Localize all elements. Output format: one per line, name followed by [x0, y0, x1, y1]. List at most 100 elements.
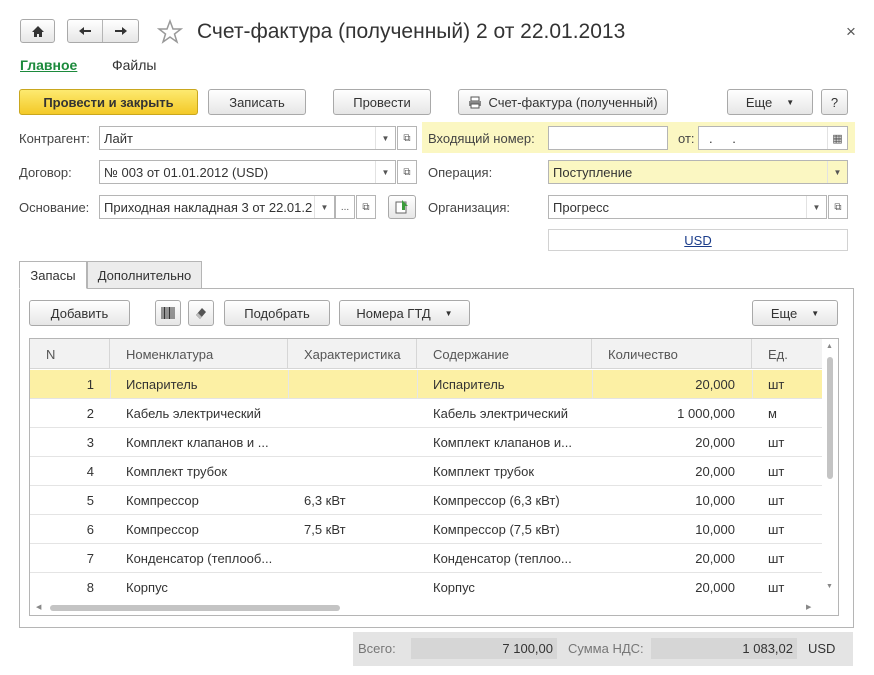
cell-n[interactable]: 4 [30, 457, 94, 486]
cell-content[interactable]: Корпус [433, 573, 589, 602]
cell-unit[interactable]: шт [768, 486, 818, 515]
tab-inventory[interactable]: Запасы [19, 261, 87, 289]
barcode-button[interactable] [155, 300, 181, 326]
scroll-right-icon[interactable]: ▶ [806, 603, 811, 611]
save-button[interactable]: Записать [208, 89, 306, 115]
col-unit[interactable]: Ед. [752, 339, 822, 369]
table-row[interactable]: 6 Компрессор 7,5 кВт Компрессор (7,5 кВт) 10… [30, 515, 822, 544]
cell-item[interactable]: Компрессор [126, 486, 286, 515]
more-button[interactable]: Еще ▼ [727, 89, 813, 115]
cell-char[interactable] [304, 399, 414, 428]
scroll-left-icon[interactable]: ◀ [36, 603, 41, 611]
cell-char[interactable] [304, 370, 414, 399]
cell-qty[interactable]: 20,000 [592, 544, 735, 573]
cell-item[interactable]: Компрессор [126, 515, 286, 544]
cell-item[interactable]: Комплект трубок [126, 457, 286, 486]
chevron-down-icon[interactable]: ▼ [806, 196, 826, 218]
cell-n[interactable]: 3 [30, 428, 94, 457]
cell-qty[interactable]: 1 000,000 [592, 399, 735, 428]
open-contractor-button[interactable]: ⧉ [397, 126, 417, 150]
col-n[interactable]: N [30, 339, 110, 369]
open-organization-button[interactable]: ⧉ [828, 195, 848, 219]
home-button[interactable] [20, 19, 55, 43]
horizontal-scrollbar[interactable]: ◀ ▶ [30, 601, 822, 615]
cell-content[interactable]: Компрессор (6,3 кВт) [433, 486, 589, 515]
cell-item[interactable]: Корпус [126, 573, 286, 602]
cell-unit[interactable]: шт [768, 428, 818, 457]
back-button[interactable] [68, 20, 104, 42]
calendar-icon[interactable]: ▦ [827, 127, 847, 149]
favorite-star-icon[interactable] [156, 18, 184, 45]
cell-char[interactable] [304, 457, 414, 486]
gtd-numbers-button[interactable]: Номера ГТД ▼ [339, 300, 470, 326]
pick-button[interactable]: Подобрать [224, 300, 330, 326]
basis-select-button[interactable]: ... [335, 195, 355, 219]
cell-n[interactable]: 1 [30, 370, 94, 399]
table-row[interactable]: 5 Компрессор 6,3 кВт Компрессор (6,3 кВт) 10… [30, 486, 822, 515]
cell-qty[interactable]: 20,000 [592, 370, 735, 399]
open-basis-button[interactable]: ⧉ [356, 195, 376, 219]
cell-content[interactable]: Компрессор (7,5 кВт) [433, 515, 589, 544]
table-row[interactable]: 7 Конденсатор (теплооб... Конденсатор (теп… [30, 544, 822, 573]
horizontal-scroll-thumb[interactable] [50, 605, 340, 611]
help-button[interactable]: ? [821, 89, 848, 115]
col-characteristic[interactable]: Характеристика [288, 339, 417, 369]
link-files[interactable]: Файлы [112, 57, 156, 73]
cell-item[interactable]: Комплект клапанов и ... [126, 428, 286, 457]
table-row[interactable]: 4 Комплект трубок Комплект трубок 20,000 шт [30, 457, 822, 486]
cell-item[interactable]: Кабель электрический [126, 399, 286, 428]
print-invoice-button[interactable]: Счет-фактура (полученный) [458, 89, 668, 115]
cell-content[interactable]: Испаритель [433, 370, 589, 399]
contractor-field[interactable]: Лайт ▼ [99, 126, 396, 150]
cell-char[interactable] [304, 544, 414, 573]
open-contract-button[interactable]: ⧉ [397, 160, 417, 184]
cell-unit[interactable]: шт [768, 544, 818, 573]
chevron-down-icon[interactable]: ▼ [314, 196, 334, 218]
eraser-button[interactable] [188, 300, 214, 326]
cell-n[interactable]: 7 [30, 544, 94, 573]
post-and-close-button[interactable]: Провести и закрыть [19, 89, 198, 115]
organization-field[interactable]: Прогресс ▼ [548, 195, 827, 219]
vertical-scroll-thumb[interactable] [827, 357, 833, 479]
link-main[interactable]: Главное [20, 57, 77, 73]
forward-button[interactable] [103, 20, 138, 42]
table-row[interactable]: 2 Кабель электрический Кабель электрически… [30, 399, 822, 428]
date-field[interactable]: . . ▦ [698, 126, 848, 150]
currency-link[interactable]: USD [684, 233, 711, 248]
cell-qty[interactable]: 10,000 [592, 486, 735, 515]
cell-unit[interactable]: м [768, 399, 818, 428]
cell-content[interactable]: Конденсатор (теплоо... [433, 544, 589, 573]
inventory-table[interactable]: N Номенклатура Характеристика Содержание… [29, 338, 839, 616]
table-more-button[interactable]: Еще ▼ [752, 300, 838, 326]
cell-n[interactable]: 6 [30, 515, 94, 544]
col-item[interactable]: Номенклатура [110, 339, 288, 369]
cell-char[interactable] [304, 428, 414, 457]
incoming-number-field[interactable] [548, 126, 668, 150]
col-quantity[interactable]: Количество [592, 339, 752, 369]
cell-item[interactable]: Конденсатор (теплооб... [126, 544, 286, 573]
chevron-down-icon[interactable]: ▼ [375, 127, 395, 149]
contract-field[interactable]: № 003 от 01.01.2012 (USD) ▼ [99, 160, 396, 184]
scroll-down-icon[interactable]: ▼ [826, 583, 833, 590]
cell-n[interactable]: 5 [30, 486, 94, 515]
cell-char[interactable]: 6,3 кВт [304, 486, 414, 515]
cell-qty[interactable]: 20,000 [592, 573, 735, 602]
operation-field[interactable]: Поступление ▼ [548, 160, 848, 184]
table-row[interactable]: 1 Испаритель Испаритель 20,000 шт [30, 370, 822, 399]
col-content[interactable]: Содержание [417, 339, 592, 369]
cell-item[interactable]: Испаритель [126, 370, 286, 399]
basis-field[interactable]: Приходная накладная 3 от 22.01.2 ▼ [99, 195, 335, 219]
cell-content[interactable]: Комплект трубок [433, 457, 589, 486]
cell-qty[interactable]: 20,000 [592, 457, 735, 486]
cell-qty[interactable]: 20,000 [592, 428, 735, 457]
fill-from-basis-button[interactable] [388, 195, 416, 219]
cell-char[interactable]: 7,5 кВт [304, 515, 414, 544]
cell-unit[interactable]: шт [768, 515, 818, 544]
close-icon[interactable]: × [846, 22, 856, 42]
chevron-down-icon[interactable]: ▼ [375, 161, 395, 183]
cell-content[interactable]: Комплект клапанов и... [433, 428, 589, 457]
cell-unit[interactable]: шт [768, 573, 818, 602]
cell-unit[interactable]: шт [768, 370, 818, 399]
chevron-down-icon[interactable]: ▼ [827, 161, 847, 183]
cell-n[interactable]: 2 [30, 399, 94, 428]
